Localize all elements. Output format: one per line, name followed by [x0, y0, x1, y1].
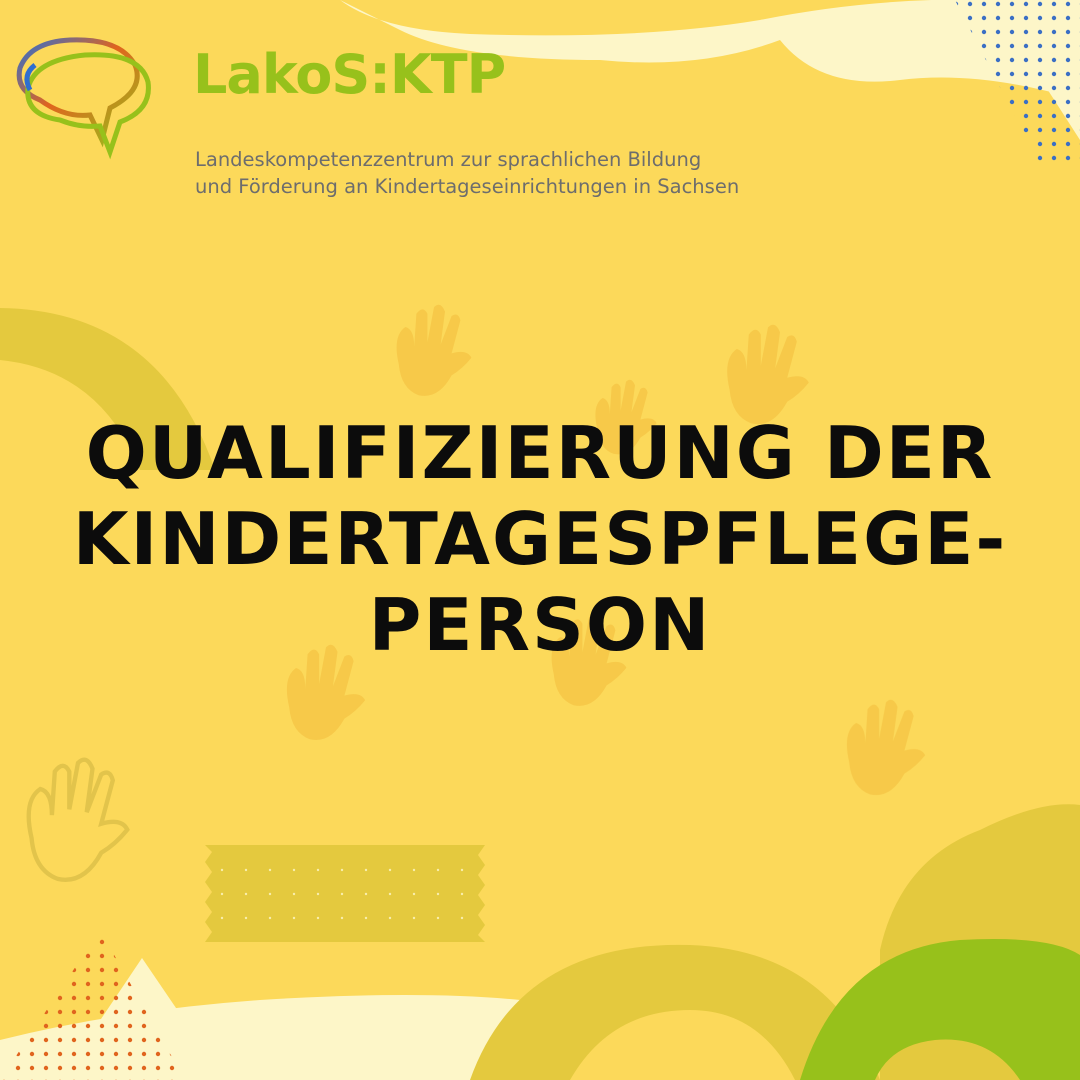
brand-name: LakoS:KTP	[193, 43, 506, 106]
speech-bubbles-logo-icon	[16, 37, 151, 160]
brand-tagline-line2: und Förderung an Kindertageseinrichtunge…	[195, 175, 740, 198]
brand-tagline-line1: Landeskompetenzzentrum zur sprachlichen …	[195, 148, 702, 171]
headline-line2: KINDERTAGESPFLEGE-	[72, 497, 1008, 581]
brand-tagline: Landeskompetenzzentrum zur sprachlichen …	[195, 146, 739, 200]
headline: QUALIFIZIERUNG DER KINDERTAGESPFLEGE- PE…	[0, 410, 1080, 668]
headline-line1: QUALIFIZIERUNG DER	[85, 411, 995, 495]
post-canvas: LakoS:KTP Landeskompetenzzentrum zur spr…	[0, 0, 1080, 1080]
headline-line3: PERSON	[368, 583, 712, 667]
